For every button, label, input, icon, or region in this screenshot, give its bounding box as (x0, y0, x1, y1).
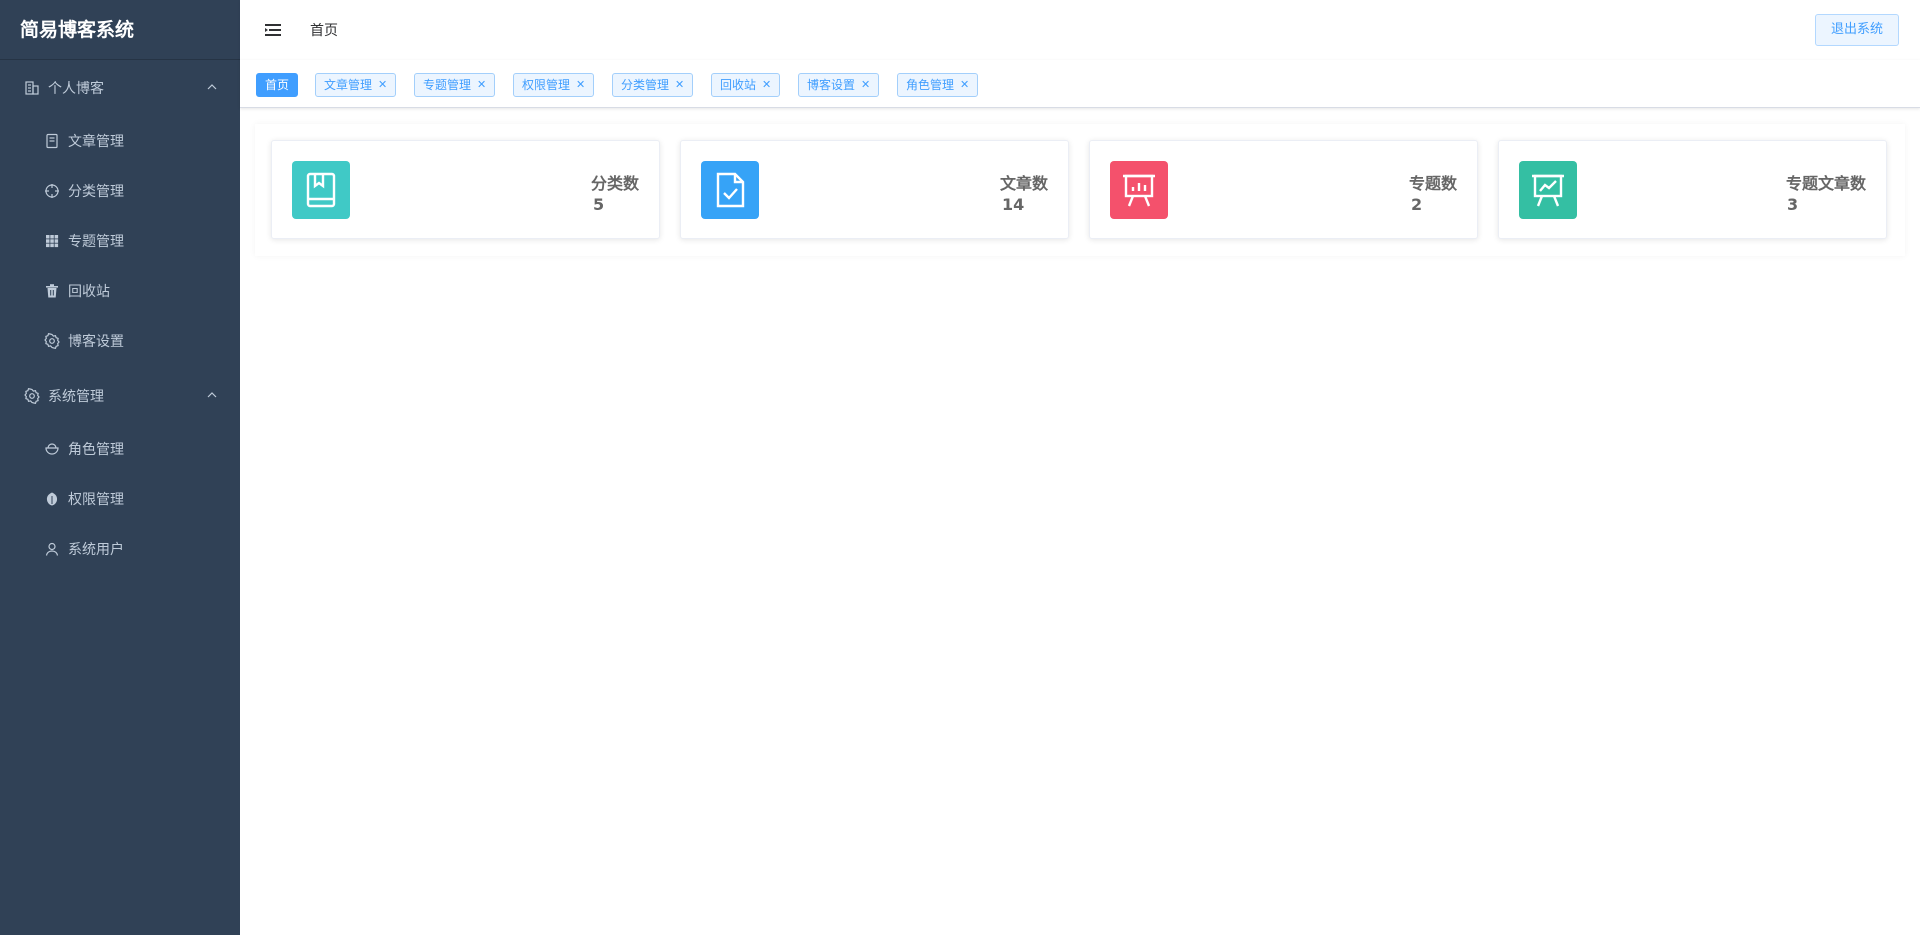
sidebar-item-label: 博客设置 (68, 334, 124, 350)
tag-label: 文章管理 (324, 78, 373, 92)
presentation-bar-icon (1110, 161, 1168, 219)
top-navbar: 首页 退出系统 (240, 0, 1920, 60)
gear-icon (24, 388, 40, 404)
logout-button[interactable]: 退出系统 (1814, 14, 1899, 46)
stat-value: 5 (593, 195, 605, 214)
tag-label: 首页 (265, 78, 290, 92)
building-icon (24, 80, 40, 96)
close-icon[interactable]: ✕ (477, 74, 486, 96)
sidebar-item-permissions[interactable]: 权限管理 (0, 474, 240, 524)
tags-view-bar: 首页 文章管理 ✕ 专题管理 ✕ 权限管理 ✕ 分类管理 ✕ 回收站 ✕ 博客设… (240, 60, 1920, 108)
sidebar-item-topics[interactable]: 专题管理 (0, 216, 240, 266)
sidebar-group-personal-blog[interactable]: 个人博客 (0, 60, 240, 116)
stat-label: 专题文章数 (1785, 174, 1866, 193)
sidebar-item-label: 专题管理 (68, 234, 124, 250)
crosshair-icon (44, 183, 60, 199)
stat-card-topic-articles[interactable]: 专题文章数 3 (1498, 140, 1887, 239)
breadcrumb[interactable]: 首页 (310, 20, 338, 40)
sidebar-item-label: 权限管理 (68, 492, 124, 508)
tag-roles[interactable]: 角色管理 ✕ (897, 73, 979, 97)
app-title: 简易博客系统 (0, 0, 240, 60)
tag-label: 回收站 (720, 78, 757, 92)
sidebar-item-label: 文章管理 (68, 134, 124, 150)
close-icon[interactable]: ✕ (861, 74, 870, 96)
chevron-up-icon (207, 392, 217, 398)
tag-label: 博客设置 (807, 78, 856, 92)
sidebar-item-categories[interactable]: 分类管理 (0, 166, 240, 216)
stat-label: 分类数 (590, 174, 639, 193)
user-icon (44, 541, 60, 557)
tag-categories[interactable]: 分类管理 ✕ (612, 73, 694, 97)
book-icon (292, 161, 350, 219)
sidebar-item-roles[interactable]: 角色管理 (0, 424, 240, 474)
sidebar-group-label: 系统管理 (48, 389, 104, 405)
dashboard-panel: 分类数 5 文章数 14 专题数 2 专题文章数 3 (255, 124, 1905, 256)
tag-blog-settings[interactable]: 博客设置 ✕ (798, 73, 880, 97)
sidebar: 简易博客系统 个人博客 文章管理 分类管理 专题管理 回收站 博客设置 系统管理… (0, 0, 240, 935)
tag-label: 权限管理 (522, 78, 571, 92)
gear-icon (44, 333, 60, 349)
close-icon[interactable]: ✕ (675, 74, 684, 96)
sidebar-item-label: 分类管理 (68, 184, 124, 200)
close-icon[interactable]: ✕ (576, 74, 585, 96)
presentation-line-icon (1519, 161, 1577, 219)
sidebar-item-system-users[interactable]: 系统用户 (0, 524, 240, 574)
sidebar-item-recycle-bin[interactable]: 回收站 (0, 266, 240, 316)
grid-icon (44, 233, 60, 249)
stat-card-topics[interactable]: 专题数 2 (1089, 140, 1478, 239)
tag-permissions[interactable]: 权限管理 ✕ (513, 73, 595, 97)
notebook-icon (44, 133, 60, 149)
stat-label: 专题数 (1408, 174, 1457, 193)
stat-card-categories[interactable]: 分类数 5 (271, 140, 660, 239)
tag-articles[interactable]: 文章管理 ✕ (315, 73, 397, 97)
document-check-icon (701, 161, 759, 219)
tag-label: 角色管理 (906, 78, 955, 92)
bowl-icon (44, 441, 60, 457)
chevron-up-icon (207, 84, 217, 90)
sidebar-group-label: 个人博客 (48, 81, 104, 97)
tag-topics[interactable]: 专题管理 ✕ (414, 73, 496, 97)
close-icon[interactable]: ✕ (378, 74, 387, 96)
stat-card-articles[interactable]: 文章数 14 (680, 140, 1069, 239)
sidebar-item-articles[interactable]: 文章管理 (0, 116, 240, 166)
stat-value: 2 (1411, 195, 1423, 214)
menu-fold-icon[interactable] (264, 21, 282, 39)
tag-label: 分类管理 (621, 78, 670, 92)
close-icon[interactable]: ✕ (762, 74, 771, 96)
stat-value: 14 (1002, 195, 1025, 214)
tag-label: 专题管理 (423, 78, 472, 92)
sidebar-item-blog-settings[interactable]: 博客设置 (0, 316, 240, 366)
tag-recycle-bin[interactable]: 回收站 ✕ (711, 73, 781, 97)
leaf-icon (44, 491, 60, 507)
sidebar-item-label: 回收站 (68, 284, 110, 300)
stat-value: 3 (1787, 195, 1799, 214)
sidebar-item-label: 系统用户 (68, 542, 124, 558)
stat-label: 文章数 (999, 174, 1048, 193)
sidebar-group-system[interactable]: 系统管理 (0, 368, 240, 424)
close-icon[interactable]: ✕ (960, 74, 969, 96)
sidebar-item-label: 角色管理 (68, 442, 124, 458)
trash-icon (44, 283, 60, 299)
tag-home[interactable]: 首页 (256, 73, 299, 97)
